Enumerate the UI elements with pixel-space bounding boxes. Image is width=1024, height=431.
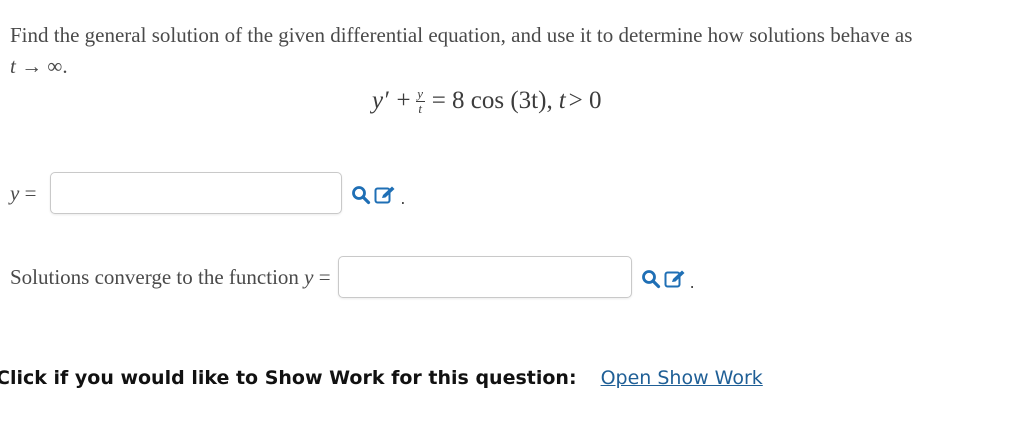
trailing-dot: . [400,187,406,208]
limit-arrow: → [21,54,43,78]
trailing-dot: . [689,271,695,292]
limit-variable: t [10,54,16,78]
edit-pencil-icon[interactable] [374,184,396,206]
limit-function-input[interactable] [337,256,632,298]
answer-label-eq: = [313,264,331,289]
condition-rest: > 0 [568,87,602,114]
answer-tools: . [640,266,695,293]
condition-variable: t [558,87,566,114]
answer-label: Solutions converge to the function y = [10,265,331,290]
answer-row-limit-function: Solutions converge to the function y = . [10,254,695,300]
magnifier-icon[interactable] [350,184,372,206]
limit-target: ∞. [47,54,68,78]
equation-lhs: y′ + [372,87,412,114]
equation-rhs: = 8 cos (3t), [431,87,553,114]
differential-equation: y′ + y t = 8 cos (3t), t > 0 [372,87,602,115]
answer-label-var: y [10,180,20,205]
question-body: Find the general solution of the given d… [10,23,913,47]
fraction-denominator: t [418,100,422,116]
general-solution-input[interactable] [50,172,343,214]
fraction-numerator: y [417,85,424,101]
open-show-work-link[interactable]: Open Show Work [601,367,763,389]
answer-label: y = [10,181,36,206]
magnifier-icon[interactable] [640,268,662,290]
show-work-label: Click if you would like to Show Work for… [0,367,577,389]
answer-tools: . [350,182,405,209]
show-work-row: Click if you would like to Show Work for… [0,367,763,389]
answer-row-general-solution: y = . [10,170,405,216]
answer-label-eq: = [19,180,37,205]
equation-fraction: y t [415,85,425,116]
question-text: Find the general solution of the given d… [10,20,1010,82]
answer-label-text: Solutions converge to the function [10,264,305,289]
edit-pencil-icon[interactable] [664,268,686,290]
